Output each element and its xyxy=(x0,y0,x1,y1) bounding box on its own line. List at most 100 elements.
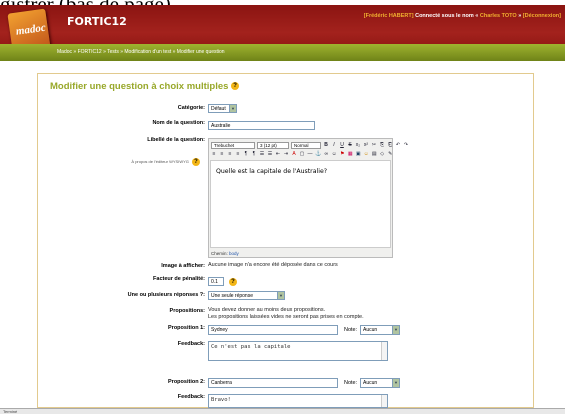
emoticon-icon[interactable]: ☺ xyxy=(363,151,369,158)
text-color-icon[interactable]: A xyxy=(291,151,297,158)
help-icon[interactable]: ? xyxy=(229,278,237,286)
logout-link[interactable]: [Déconnexion] xyxy=(523,13,561,19)
propositions-note-1: Vous devez donner au moins deux proposit… xyxy=(208,307,326,313)
proposition-2-input[interactable]: Canberra xyxy=(208,378,338,388)
browser-status-bar: Terminé xyxy=(0,408,565,414)
align-left-icon[interactable]: ≡ xyxy=(211,151,217,158)
link-icon[interactable]: ∞ xyxy=(323,151,329,158)
editor-about-link[interactable]: À propos de l'éditeur WYSIWYG xyxy=(131,159,188,164)
indent-icon[interactable]: ⇥ xyxy=(283,151,289,158)
special-char-icon[interactable]: ▤ xyxy=(371,151,377,158)
justify-icon[interactable]: ≡ xyxy=(235,151,241,158)
paste-icon[interactable]: ⎗ xyxy=(387,142,393,149)
breadcrumb-separator: » xyxy=(103,49,106,55)
fullscreen-icon[interactable]: ✎ xyxy=(387,151,393,158)
note-1-select[interactable]: Aucun ▼ xyxy=(360,325,400,335)
editor-path-body[interactable]: body xyxy=(229,251,239,256)
page-title: Modifier une question à choix multiples … xyxy=(50,81,240,92)
question-wording-label: Libellé de la question: xyxy=(147,137,205,143)
breadcrumb: Madoc » FORTIC12 » Tests » Modification … xyxy=(57,49,225,55)
editor-about-row: À propos de l'éditeur WYSIWYG ? xyxy=(40,158,200,166)
bold-button[interactable]: B xyxy=(323,142,329,149)
feedback-2-label: Feedback: xyxy=(177,394,205,400)
note-1-label: Note: xyxy=(344,327,358,333)
help-icon[interactable]: ? xyxy=(231,82,240,91)
login-as-name[interactable]: Charles TOTO xyxy=(480,13,517,19)
italic-button[interactable]: I xyxy=(331,142,337,149)
note-2-label: Note: xyxy=(344,380,358,386)
undo-icon[interactable]: ↶ xyxy=(395,142,401,149)
background-color-icon[interactable]: ▢ xyxy=(299,151,305,158)
help-icon[interactable]: ? xyxy=(192,158,200,166)
quote-close: » xyxy=(518,13,522,19)
note-1-value: Aucun xyxy=(363,327,378,333)
breadcrumb-current: Modifier une question xyxy=(176,49,225,55)
editor-content-area[interactable]: Quelle est la capitale de l'Australie? xyxy=(210,160,391,248)
superscript-icon[interactable]: x² xyxy=(363,142,369,149)
note-2-select[interactable]: Aucun ▼ xyxy=(360,378,400,388)
penalty-input[interactable]: 0.1 xyxy=(208,277,224,286)
app-title: FORTIC12 xyxy=(67,15,127,28)
style-select[interactable]: Normal xyxy=(291,141,321,149)
chevron-down-icon: ▼ xyxy=(392,379,399,387)
status-text: Terminé xyxy=(3,409,18,414)
breadcrumb-course[interactable]: FORTIC12 xyxy=(78,49,102,55)
editor-toolbar-2: ≡ ≡ ≡ ≡ ¶ ¶ ☰ ☰ ⇤ ⇥ A ▢ — ⚓ ∞ ☺ ⚑ ▦ ▣ ☺ … xyxy=(211,149,393,159)
feedback-2-textarea[interactable]: Bravo! xyxy=(208,394,388,408)
rtl-icon[interactable]: ¶ xyxy=(251,151,257,158)
outdent-icon[interactable]: ⇤ xyxy=(275,151,281,158)
align-center-icon[interactable]: ≡ xyxy=(219,151,225,158)
category-select[interactable]: Défaut ▼ xyxy=(208,104,237,113)
smiley-icon[interactable]: ☺ xyxy=(331,151,337,158)
font-select[interactable]: Trebuchet xyxy=(211,141,255,149)
image-icon[interactable]: ▦ xyxy=(347,151,353,158)
unlink-icon[interactable]: ⚑ xyxy=(339,151,345,158)
ordered-list-icon[interactable]: ☰ xyxy=(259,151,265,158)
copy-icon[interactable]: ⎘ xyxy=(379,142,385,149)
category-label: Catégorie: xyxy=(177,105,205,111)
logo-text: madoc xyxy=(15,21,47,38)
cut-icon[interactable]: ✂ xyxy=(371,142,377,149)
subscript-icon[interactable]: x₂ xyxy=(355,142,361,149)
breadcrumb-madoc[interactable]: Madoc xyxy=(57,49,72,55)
redo-icon[interactable]: ↷ xyxy=(403,142,409,149)
connected-as-text: Connecté sous le nom « xyxy=(415,13,479,19)
font-value: Trebuchet xyxy=(214,142,235,148)
user-name[interactable]: [Frédéric HABERT] xyxy=(364,13,414,19)
ltr-icon[interactable]: ¶ xyxy=(243,151,249,158)
editor-path-label: Chemin: xyxy=(211,251,228,256)
answers-select[interactable]: Une seule réponse ▼ xyxy=(208,291,285,300)
chevron-down-icon: ▼ xyxy=(229,105,236,112)
unordered-list-icon[interactable]: ☰ xyxy=(267,151,273,158)
breadcrumb-bar: Madoc » FORTIC12 » Tests » Modification … xyxy=(0,44,565,61)
anchor-icon[interactable]: ⚓ xyxy=(315,151,321,158)
breadcrumb-tests[interactable]: Tests xyxy=(107,49,119,55)
proposition-1-input[interactable]: Sydney xyxy=(208,325,338,335)
proposition-2-label: Proposition 2: xyxy=(168,379,205,385)
user-bar: [Frédéric HABERT] Connecté sous le nom «… xyxy=(364,13,561,19)
size-select[interactable]: 3 (12 pt) xyxy=(257,141,289,149)
chevron-down-icon: ▼ xyxy=(392,326,399,334)
breadcrumb-edit-test[interactable]: Modification d'un test xyxy=(124,49,171,55)
size-value: 3 (12 pt) xyxy=(260,142,277,148)
note-2-value: Aucun xyxy=(363,380,378,386)
penalty-label: Facteur de pénalité: xyxy=(153,276,205,282)
table-icon[interactable]: ▣ xyxy=(355,151,361,158)
category-value: Défaut xyxy=(211,106,226,112)
question-name-input[interactable]: Australie xyxy=(208,121,315,130)
horizontal-rule-icon[interactable]: — xyxy=(307,151,313,158)
html-source-icon[interactable]: ◇ xyxy=(379,151,385,158)
chevron-down-icon: ▼ xyxy=(277,292,284,299)
align-right-icon[interactable]: ≡ xyxy=(227,151,233,158)
breadcrumb-separator: » xyxy=(120,49,123,55)
feedback-1-textarea[interactable]: Ce n'est pas la capitale xyxy=(208,341,388,361)
scrollbar[interactable] xyxy=(381,342,387,360)
wysiwyg-editor: Trebuchet 3 (12 pt) Normal B I U S x₂ x²… xyxy=(208,138,408,258)
penalty-help: ? xyxy=(229,278,237,286)
scrollbar[interactable] xyxy=(381,395,387,407)
image-label: Image à afficher: xyxy=(161,263,205,269)
strike-button[interactable]: S xyxy=(347,142,353,149)
underline-button[interactable]: U xyxy=(339,142,345,149)
style-value: Normal xyxy=(294,142,309,148)
propositions-label: Propositions: xyxy=(169,308,205,314)
